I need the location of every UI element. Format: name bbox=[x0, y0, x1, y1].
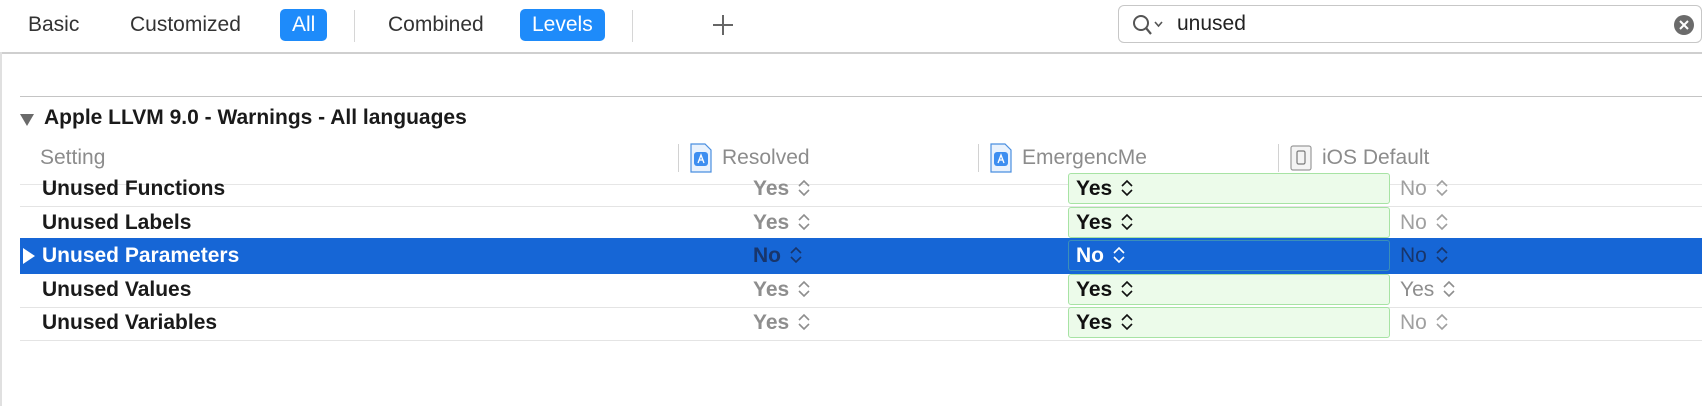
column-separator bbox=[978, 144, 979, 172]
setting-name: Unused Functions bbox=[42, 177, 226, 200]
search-field[interactable] bbox=[1118, 5, 1702, 43]
column-header-default: iOS Default bbox=[1322, 146, 1430, 169]
disclosure-triangle-down-icon[interactable] bbox=[20, 113, 34, 127]
search-icon[interactable] bbox=[1131, 13, 1165, 37]
setting-name: Unused Labels bbox=[42, 210, 192, 234]
column-separator bbox=[1278, 144, 1279, 172]
search-input[interactable] bbox=[1177, 10, 1647, 38]
table-row[interactable]: Unused Parameters No No No bbox=[20, 238, 1702, 274]
stepper-icon bbox=[798, 280, 810, 297]
stepper-icon[interactable] bbox=[1120, 212, 1134, 232]
target-value[interactable]: Yes bbox=[1076, 211, 1134, 235]
stepper-icon[interactable] bbox=[1120, 279, 1134, 299]
ios-device-icon bbox=[1290, 145, 1312, 171]
app-target-icon bbox=[690, 143, 712, 173]
setting-name: Unused Values bbox=[42, 277, 192, 301]
stepper-icon bbox=[1443, 280, 1455, 297]
table-row[interactable]: Unused Functions Yes Yes No bbox=[20, 171, 1702, 207]
target-value[interactable]: No bbox=[1076, 244, 1126, 268]
resolved-value: Yes bbox=[753, 211, 811, 235]
tab-levels[interactable]: Levels bbox=[520, 9, 605, 41]
setting-name: Unused Variables bbox=[42, 311, 218, 334]
toolbar-divider bbox=[632, 10, 633, 42]
setting-name: Unused Parameters bbox=[42, 244, 240, 267]
tab-combined[interactable]: Combined bbox=[376, 9, 496, 41]
default-value: Yes bbox=[1400, 278, 1456, 302]
column-header-target: EmergencMe bbox=[1022, 146, 1147, 169]
default-value: No bbox=[1400, 244, 1449, 268]
section-divider bbox=[20, 96, 1702, 97]
column-separator bbox=[678, 144, 679, 172]
stepper-icon bbox=[798, 179, 810, 197]
table-row[interactable]: Unused Values Yes Yes Yes bbox=[20, 272, 1702, 308]
stepper-icon bbox=[790, 246, 802, 264]
resolved-value: Yes bbox=[753, 311, 811, 335]
table-row[interactable]: Unused Labels Yes Yes No bbox=[20, 205, 1702, 241]
stepper-icon bbox=[798, 313, 810, 331]
target-value[interactable]: Yes bbox=[1076, 311, 1134, 335]
resolved-value: Yes bbox=[753, 278, 811, 302]
column-header-setting: Setting bbox=[40, 146, 106, 169]
stepper-icon bbox=[798, 213, 810, 230]
row-divider bbox=[20, 340, 1702, 341]
table-row[interactable]: Unused Variables Yes Yes No bbox=[20, 305, 1702, 341]
tab-customized[interactable]: Customized bbox=[118, 9, 253, 41]
section-title: Apple LLVM 9.0 - Warnings - All language… bbox=[44, 106, 467, 129]
app-target-icon bbox=[990, 143, 1012, 173]
stepper-icon bbox=[1436, 313, 1448, 331]
stepper-icon[interactable] bbox=[1120, 312, 1134, 332]
window-edge bbox=[0, 52, 2, 406]
disclosure-triangle-right-icon[interactable] bbox=[22, 248, 36, 264]
default-value: No bbox=[1400, 177, 1449, 201]
target-value[interactable]: Yes bbox=[1076, 177, 1134, 201]
plus-icon[interactable] bbox=[710, 12, 736, 38]
tab-all[interactable]: All bbox=[280, 9, 328, 41]
target-value[interactable]: Yes bbox=[1076, 278, 1134, 302]
resolved-value: No bbox=[753, 244, 803, 268]
build-settings-toolbar: Basic Customized All Combined Levels bbox=[0, 0, 1702, 54]
stepper-icon[interactable] bbox=[1120, 178, 1134, 198]
default-value: No bbox=[1400, 311, 1449, 335]
stepper-icon bbox=[1436, 213, 1448, 230]
clear-icon[interactable] bbox=[1673, 14, 1695, 36]
default-value: No bbox=[1400, 211, 1449, 235]
column-header-resolved: Resolved bbox=[722, 146, 810, 169]
stepper-icon bbox=[1436, 246, 1448, 264]
stepper-icon bbox=[1436, 179, 1448, 197]
toolbar-divider bbox=[354, 10, 355, 42]
resolved-value: Yes bbox=[753, 177, 811, 201]
tab-basic[interactable]: Basic bbox=[16, 9, 91, 41]
stepper-icon[interactable] bbox=[1112, 245, 1126, 265]
